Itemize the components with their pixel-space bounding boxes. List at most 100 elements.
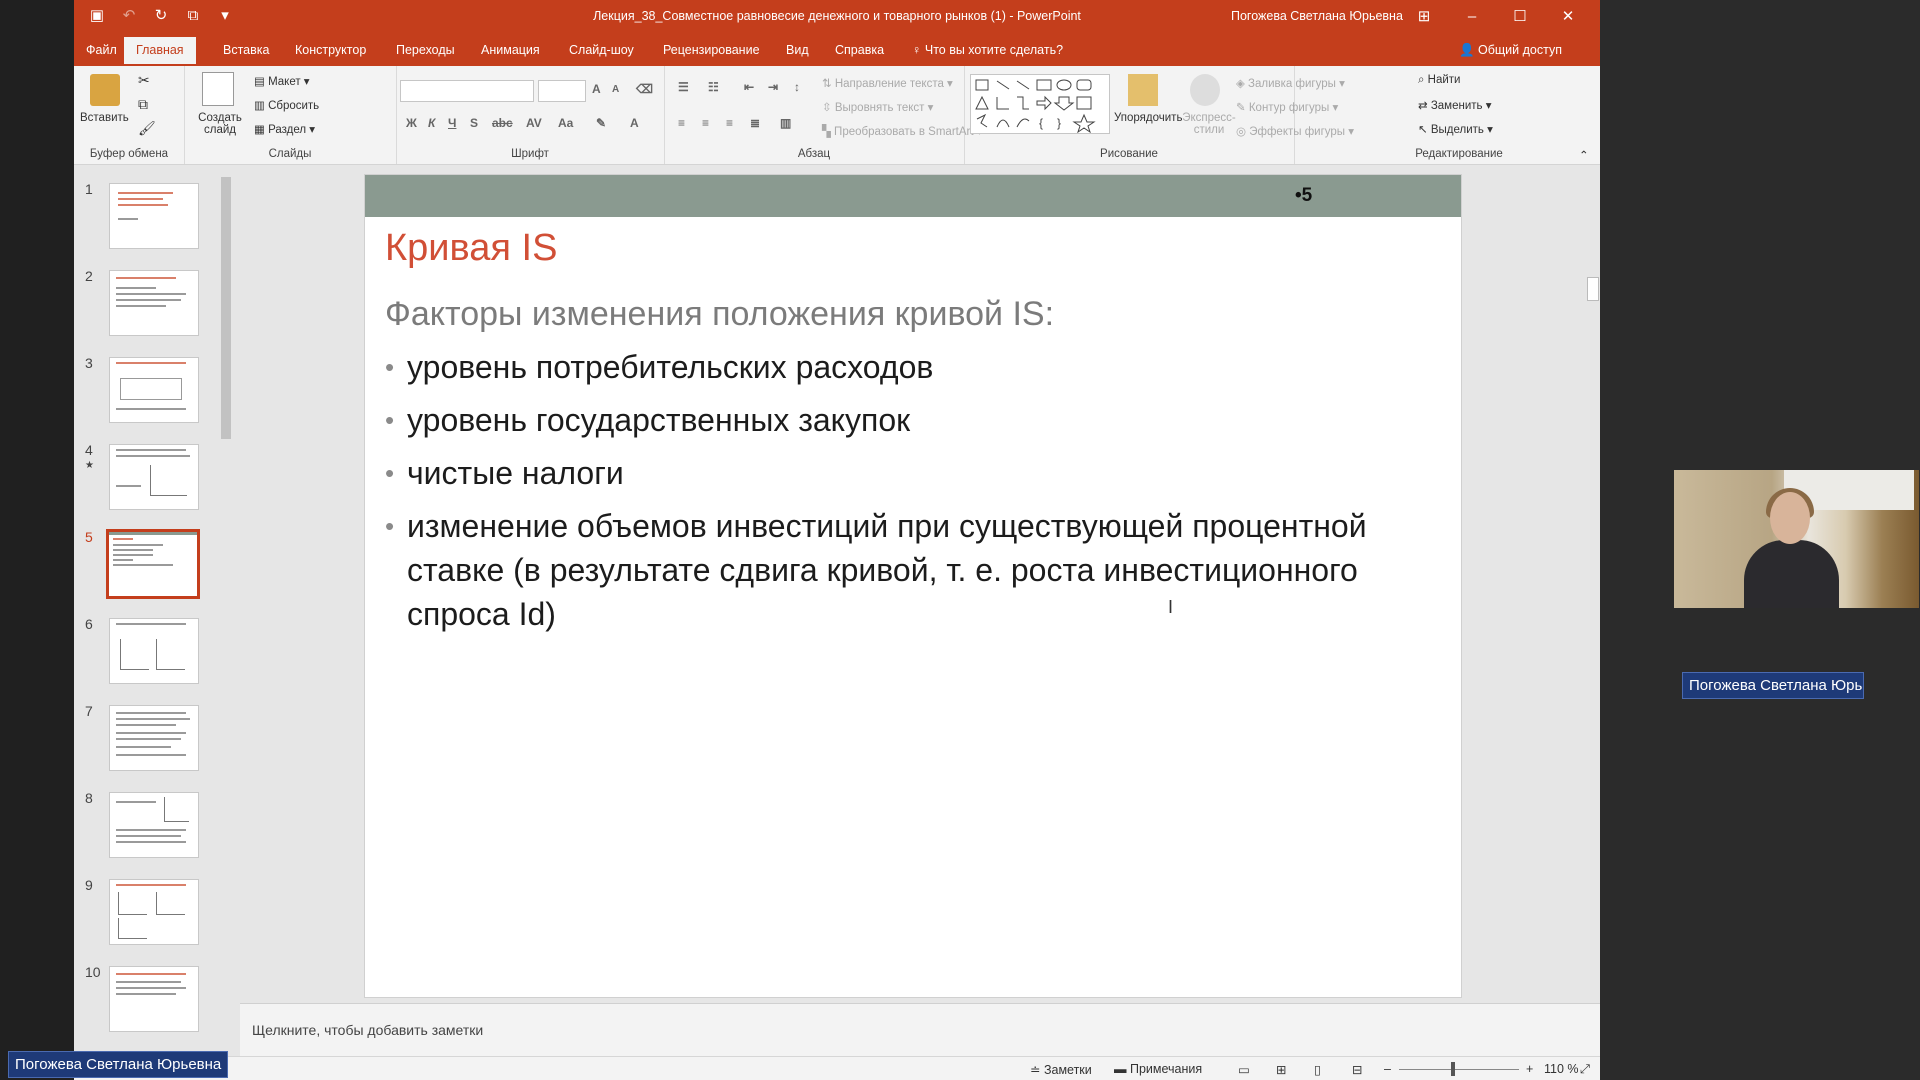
zoom-slider[interactable] [1399,1069,1519,1070]
decrease-indent-icon[interactable]: ⇤ [744,80,754,94]
columns-icon[interactable]: ▥ [780,116,791,130]
slideshow-view-icon[interactable]: ⊟ [1352,1062,1362,1077]
text-direction-button[interactable]: ⇅ Направление текста ▾ [822,76,953,90]
comments-button[interactable]: ▬ Примечания [1114,1062,1202,1076]
tab-insert[interactable]: Вставка [223,43,269,57]
new-slide-icon[interactable] [202,72,234,106]
tab-file[interactable]: Файл [86,43,117,57]
slide-thumbnail[interactable] [109,270,199,336]
notes-pane[interactable]: Щелкните, чтобы добавить заметки [240,1003,1600,1056]
justify-icon[interactable]: ≣ [750,116,760,130]
ribbon-display-icon[interactable]: ⊞ [1400,4,1448,30]
collapse-ribbon-icon[interactable]: ⌃ [1579,148,1589,162]
zoom-out-icon[interactable]: – [1384,1062,1391,1076]
layout-button[interactable]: ▤ Макет ▾ [254,74,310,88]
change-case-icon[interactable]: Aa [558,116,573,130]
svg-text:{: { [1039,116,1043,130]
slide-title[interactable]: Кривая IS [385,227,557,270]
zoom-level[interactable]: 110 % [1544,1062,1579,1076]
slide-scroll-thumb[interactable] [1587,277,1599,301]
shape-effects-button[interactable]: ◎ Эффекты фигуры ▾ [1236,124,1354,138]
decrease-font-icon[interactable]: A [612,84,619,95]
replace-button[interactable]: ⇄ Заменить ▾ [1418,98,1492,112]
slide-thumbnail[interactable] [109,183,199,249]
shapes-gallery[interactable]: { } [970,74,1110,134]
maximize-icon[interactable]: ☐ [1496,4,1544,30]
italic-icon[interactable]: К [428,116,435,130]
arrange-button[interactable]: Упорядочить [1114,112,1182,124]
slide-thumbnail-active[interactable] [106,529,200,599]
user-name[interactable]: Погожева Светлана Юрьевна [1231,9,1403,23]
shadow-icon[interactable]: S [470,116,478,130]
thumbnails-scroll-thumb[interactable] [221,177,231,439]
increase-indent-icon[interactable]: ⇥ [768,80,778,94]
numbering-icon[interactable]: ☷ [708,80,719,94]
smartart-button[interactable]: ▚ Преобразовать в SmartArt ▾ [822,124,983,138]
tell-me-search[interactable]: ♀ Что вы хотите сделать? [912,43,1063,57]
tab-home[interactable]: Главная [124,37,196,64]
new-slide-button[interactable]: Создать слайд [192,112,248,136]
bold-icon[interactable]: Ж [406,116,417,130]
arrange-icon[interactable] [1128,74,1158,106]
find-button[interactable]: ⌕ Найти [1418,74,1460,87]
share-button[interactable]: 👤 Общий доступ [1459,43,1562,58]
line-spacing-icon[interactable]: ↕ [794,80,800,94]
slide-thumbnail[interactable] [109,792,199,858]
notes-placeholder[interactable]: Щелкните, чтобы добавить заметки [252,1022,483,1038]
align-right-icon[interactable]: ≡ [726,116,733,130]
paste-button[interactable]: Вставить [80,112,129,124]
copy-icon[interactable]: ⧉ [138,96,148,113]
notes-toggle-button[interactable]: ≐ Заметки [1030,1062,1092,1077]
minimize-icon[interactable]: – [1448,4,1496,30]
select-button[interactable]: ↖ Выделить ▾ [1418,122,1493,136]
thumbnails-scrollbar[interactable] [219,165,233,1060]
format-painter-icon[interactable]: 🖌 [138,120,156,137]
bullets-icon[interactable]: ☰ [678,80,689,94]
slide-thumbnail[interactable] [109,357,199,423]
font-color-icon[interactable]: A [630,116,639,130]
normal-view-icon[interactable]: ▭ [1238,1062,1250,1077]
reading-view-icon[interactable]: ▯ [1314,1062,1321,1077]
slide-thumbnail[interactable] [109,444,199,510]
slide-thumbnail[interactable] [109,879,199,945]
align-center-icon[interactable]: ≡ [702,116,709,130]
tab-review[interactable]: Рецензирование [663,43,760,57]
slide-thumbnail[interactable] [109,705,199,771]
slide-sorter-icon[interactable]: ⊞ [1276,1062,1286,1077]
clear-format-icon[interactable]: ⌫ [636,82,653,96]
thumb-number: 2 [85,268,93,284]
fit-to-window-icon[interactable]: ⤢ [1580,1062,1590,1077]
slide-thumbnail[interactable] [109,618,199,684]
font-family-input[interactable] [400,80,534,102]
shape-outline-button[interactable]: ✎ Контур фигуры ▾ [1236,100,1338,114]
tab-animation[interactable]: Анимация [481,43,540,57]
align-text-button[interactable]: ⇳ Выровнять текст ▾ [822,100,933,114]
close-icon[interactable]: ✕ [1544,4,1592,30]
quick-styles-button[interactable]: Экспресс-стили [1178,112,1240,136]
cut-icon[interactable]: ✂ [138,72,150,89]
current-slide[interactable]: •5 Кривая IS Факторы изменения положения… [364,174,1462,998]
font-size-input[interactable] [538,80,586,102]
tab-view[interactable]: Вид [786,43,809,57]
shape-fill-button[interactable]: ◈ Заливка фигуры ▾ [1236,76,1345,90]
tab-slideshow[interactable]: Слайд-шоу [569,43,634,57]
strikethrough-icon[interactable]: abc [492,116,513,130]
bullet-list[interactable]: • уровень потребительских расходов • урове… [385,345,1445,645]
highlight-icon[interactable]: ✎ [596,116,606,130]
underline-icon[interactable]: Ч [448,116,456,130]
slide-subtitle[interactable]: Факторы изменения положения кривой IS: [385,295,1054,334]
slide-scrollbar[interactable] [1585,165,1600,1002]
tab-transitions[interactable]: Переходы [396,43,455,57]
zoom-in-icon[interactable]: + [1526,1062,1533,1076]
section-button[interactable]: ▦ Раздел ▾ [254,122,315,136]
increase-font-icon[interactable]: A [592,82,601,96]
tab-help[interactable]: Справка [835,43,884,57]
slide-thumbnail[interactable] [109,966,199,1032]
tab-design[interactable]: Конструктор [295,43,366,57]
spacing-icon[interactable]: AV [526,116,542,130]
zoom-slider-knob[interactable] [1451,1062,1455,1076]
reset-button[interactable]: ▥ Сбросить [254,98,319,112]
align-left-icon[interactable]: ≡ [678,116,685,130]
quick-styles-icon[interactable] [1190,74,1220,106]
paste-icon[interactable] [90,74,120,106]
